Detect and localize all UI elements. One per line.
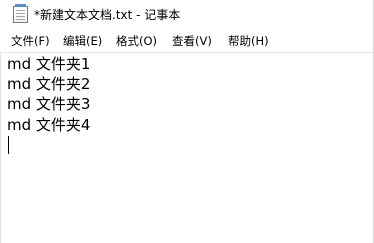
window-title: *新建文本文档.txt - 记事本 (34, 8, 181, 22)
editor-line: md 文件夹1 (7, 55, 91, 73)
notepad-icon (13, 4, 28, 23)
notepad-window: *新建文本文档.txt - 记事本 文件(F) 编辑(E) 格式(O) 查看(V… (0, 0, 374, 243)
text-editor[interactable]: md 文件夹1 md 文件夹2 md 文件夹3 md 文件夹4 (0, 52, 374, 243)
menu-help[interactable]: 帮助(H) (228, 33, 269, 49)
menu-format[interactable]: 格式(O) (116, 33, 157, 49)
editor-line: md 文件夹4 (7, 116, 91, 134)
title-bar[interactable]: *新建文本文档.txt - 记事本 (0, 0, 374, 30)
editor-line: md 文件夹2 (7, 75, 91, 93)
menu-file[interactable]: 文件(F) (11, 33, 50, 49)
menu-view[interactable]: 查看(V) (172, 33, 212, 49)
editor-line: md 文件夹3 (7, 95, 91, 113)
text-caret (8, 136, 9, 154)
menu-bar: 文件(F) 编辑(E) 格式(O) 查看(V) 帮助(H) (0, 30, 374, 51)
menu-edit[interactable]: 编辑(E) (63, 33, 102, 49)
